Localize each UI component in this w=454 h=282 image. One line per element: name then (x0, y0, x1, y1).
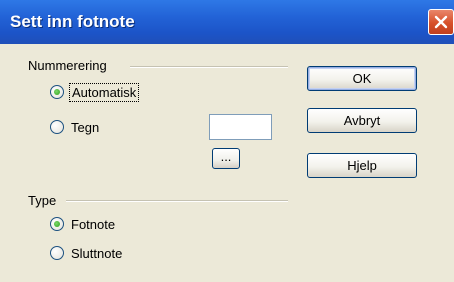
close-button[interactable] (428, 9, 454, 35)
radio-endnote-label: Sluttnote (71, 245, 123, 261)
title-bar[interactable]: Sett inn fotnote (0, 0, 454, 44)
radio-endnote-button[interactable] (50, 246, 64, 260)
radio-automatic-button[interactable] (50, 85, 64, 99)
help-button[interactable]: Hjelp (307, 153, 417, 178)
radio-character-label: Tegn (71, 119, 100, 135)
radio-character-button[interactable] (50, 120, 64, 134)
radio-footnote[interactable]: Fotnote (50, 214, 115, 234)
close-icon (434, 15, 448, 29)
type-group-divider (66, 200, 288, 202)
browse-characters-button[interactable]: ... (212, 148, 240, 169)
numbering-group-label: Nummerering (28, 58, 107, 73)
type-group-label: Type (28, 193, 57, 208)
radio-footnote-button[interactable] (50, 217, 64, 231)
window-title: Sett inn fotnote (10, 12, 135, 31)
numbering-group-divider (130, 66, 288, 68)
radio-automatic-label: Automatisk (68, 82, 140, 102)
radio-endnote[interactable]: Sluttnote (50, 243, 122, 263)
character-input[interactable] (209, 114, 272, 140)
radio-character[interactable]: Tegn (50, 117, 99, 137)
ok-button[interactable]: OK (307, 66, 417, 91)
cancel-button[interactable]: Avbryt (307, 108, 417, 133)
radio-automatic[interactable]: Automatisk (50, 82, 140, 102)
radio-footnote-label: Fotnote (71, 216, 116, 232)
